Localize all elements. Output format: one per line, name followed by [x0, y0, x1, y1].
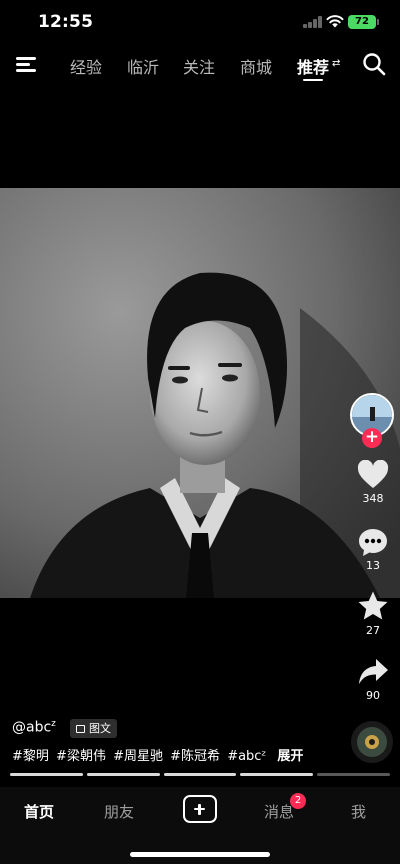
author-handle[interactable]: @abcz [12, 719, 56, 736]
status-bar: 12:55 72 [0, 0, 400, 44]
progress-segment [317, 773, 390, 776]
comment-button[interactable]: 13 [350, 527, 396, 572]
hashtag[interactable]: #梁朝伟 [56, 749, 106, 764]
wifi-icon [326, 15, 344, 28]
comment-count: 13 [366, 559, 380, 572]
hashtag[interactable]: #黎明 [12, 749, 49, 764]
heart-icon [357, 460, 389, 488]
expand-button[interactable]: 展开 [277, 749, 303, 764]
switch-arrows-icon: ⇄ [332, 58, 341, 69]
tab-linyi[interactable]: 临沂 [127, 54, 159, 78]
like-count: 348 [362, 492, 384, 505]
tab-recommend[interactable]: 推荐 [297, 54, 329, 78]
favorite-button[interactable]: 27 [350, 590, 396, 637]
create-post-button[interactable] [183, 795, 217, 823]
music-disc-icon[interactable] [351, 721, 393, 763]
status-time: 12:55 [38, 12, 94, 32]
follow-button[interactable]: + [362, 428, 382, 448]
tab-home[interactable]: 首页 [24, 801, 54, 822]
active-tab-indicator [303, 79, 323, 81]
menu-icon[interactable] [16, 55, 36, 73]
progress-segment [163, 773, 237, 776]
hashtag[interactable]: #周星驰 [113, 749, 163, 764]
image-carousel-progress [10, 773, 390, 776]
progress-segment [240, 773, 314, 776]
image-post-badge: 图文 [70, 719, 117, 738]
comment-icon [359, 529, 387, 556]
tab-friends[interactable]: 朋友 [104, 801, 134, 822]
home-indicator [130, 852, 270, 857]
tab-experience[interactable]: 经验 [70, 54, 102, 78]
hashtag-line: #黎明 #梁朝伟 #周星驰 #陈冠希 #abcᶻ 展开 [12, 745, 306, 764]
like-button[interactable]: 348 [350, 460, 396, 505]
share-count: 90 [366, 689, 380, 702]
favorite-count: 27 [366, 624, 380, 637]
post-image[interactable] [0, 188, 400, 598]
progress-segment [86, 773, 160, 776]
progress-segment [10, 773, 83, 776]
top-nav: 经验 临沂 关注 商城 推荐 ⇄ [0, 48, 400, 84]
hashtag[interactable]: #abcᶻ [227, 749, 266, 764]
share-button[interactable]: 90 [350, 657, 396, 702]
hashtag[interactable]: #陈冠希 [170, 749, 220, 764]
messages-badge: 2 [290, 793, 306, 809]
star-icon [358, 591, 388, 620]
cellular-signal-icon [303, 16, 323, 28]
battery-icon: 72 [348, 15, 379, 29]
tab-mall[interactable]: 商城 [240, 54, 272, 78]
tab-following[interactable]: 关注 [183, 54, 215, 78]
tab-me[interactable]: 我 [351, 801, 366, 822]
share-arrow-icon [359, 659, 388, 684]
tab-messages[interactable]: 消息 [264, 801, 294, 822]
image-text-icon [76, 724, 85, 733]
search-icon[interactable] [362, 52, 386, 76]
